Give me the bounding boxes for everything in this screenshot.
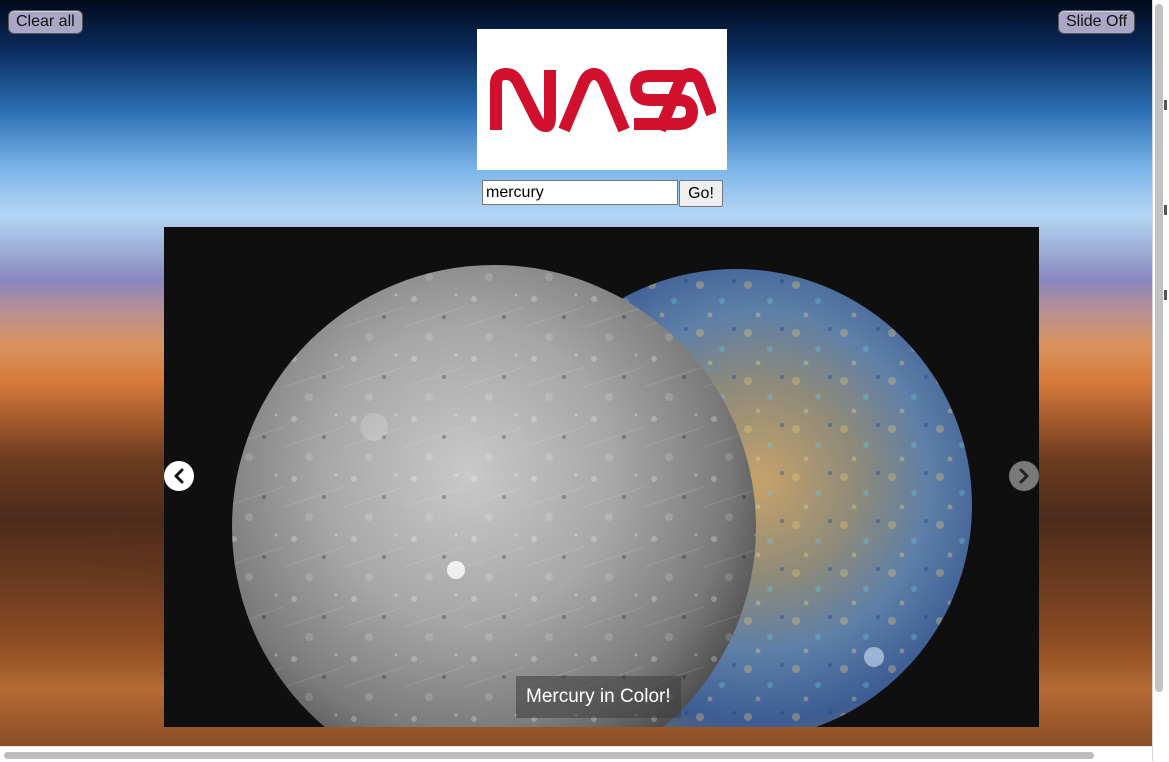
go-button[interactable]: Go!	[679, 180, 723, 207]
nasa-worm-logo-icon	[490, 67, 716, 132]
chevron-right-icon	[1019, 468, 1029, 484]
side-panel-mark	[1164, 290, 1167, 300]
horizontal-scroll-thumb[interactable]	[4, 752, 1094, 759]
clear-all-button[interactable]: Clear all	[8, 10, 83, 34]
mercury-image	[164, 227, 1039, 727]
nasa-logo	[477, 29, 727, 170]
vertical-scroll-thumb[interactable]	[1155, 4, 1163, 692]
side-panel-mark	[1164, 100, 1167, 110]
slide-off-button[interactable]: Slide Off	[1058, 10, 1136, 34]
side-panel-mark	[1164, 205, 1167, 215]
page-background: Clear all Slide Off Go!	[0, 0, 1152, 746]
previous-slide-button[interactable]	[164, 461, 194, 491]
search-input[interactable]	[482, 180, 678, 205]
horizontal-scrollbar[interactable]	[0, 746, 1152, 762]
search-bar: Go!	[482, 180, 723, 207]
slide-caption: Mercury in Color!	[516, 676, 681, 718]
chevron-left-icon	[174, 468, 184, 484]
next-slide-button[interactable]	[1009, 461, 1039, 491]
image-slideshow: Mercury in Color!	[164, 227, 1039, 727]
